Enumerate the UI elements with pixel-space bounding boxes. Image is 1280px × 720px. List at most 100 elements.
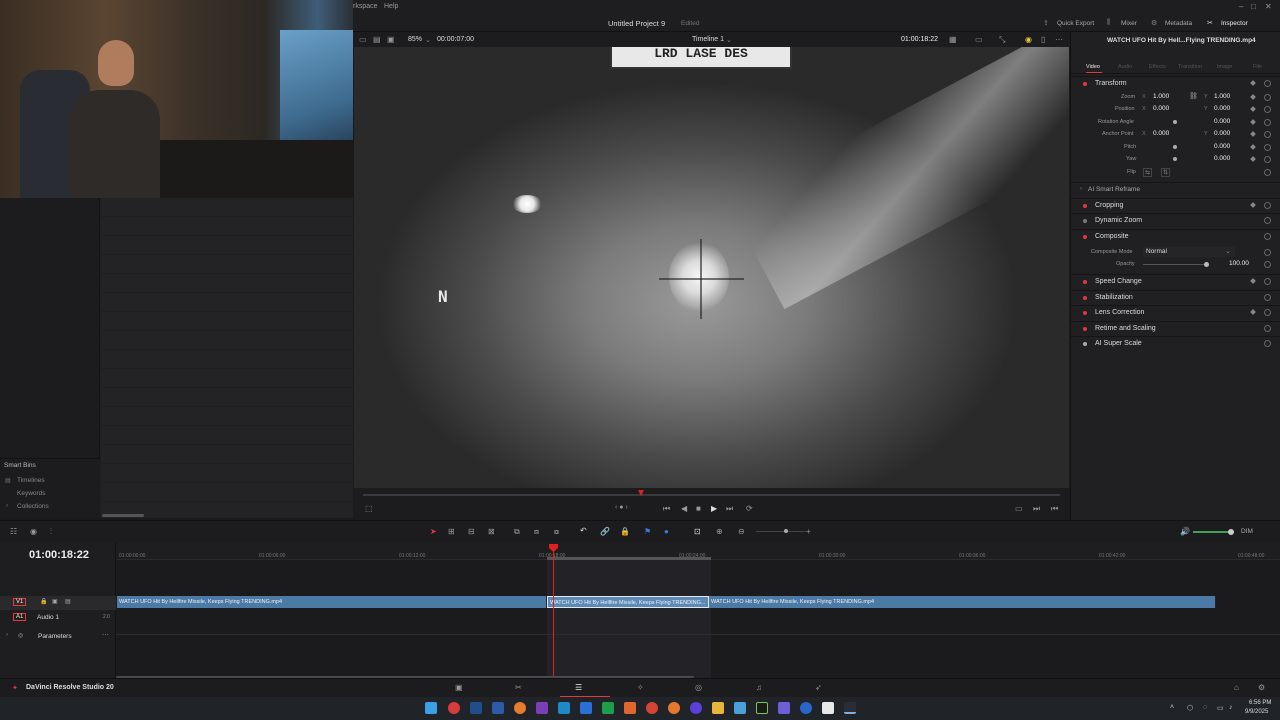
viewer-options-icon[interactable]: ▦ <box>949 35 957 44</box>
reset-icon[interactable] <box>1264 169 1271 176</box>
timeline-view-icon[interactable]: ☷ <box>10 527 17 536</box>
track-height-icon[interactable]: ◉ <box>30 527 37 536</box>
chevron-down-icon[interactable]: ⌄ <box>726 36 732 44</box>
audio-track-header[interactable]: A1 Audio 1 2.0 <box>0 611 116 625</box>
volume-slider[interactable] <box>1193 531 1233 533</box>
color-page-icon[interactable]: ◎ <box>695 683 702 692</box>
tab-effects[interactable]: Effects <box>1149 64 1166 70</box>
replace-clip-icon[interactable]: ⧇ <box>554 527 559 537</box>
clock-date[interactable]: 9/9/2025 <box>1245 709 1268 715</box>
timeline-area[interactable] <box>116 542 1280 678</box>
track-visibility-icon[interactable]: ▤ <box>65 598 71 605</box>
app-icon-lightroom[interactable] <box>470 702 482 714</box>
reset-icon[interactable] <box>1264 156 1271 163</box>
keyframe-icon[interactable] <box>1250 119 1256 125</box>
menu-help[interactable]: Help <box>384 3 398 10</box>
enable-dot[interactable] <box>1083 82 1087 86</box>
timeline-clip[interactable]: WATCH UFO Hit By Hellfire Missile, Keeps… <box>117 596 547 608</box>
ai-super-scale-section[interactable]: AI Super Scale <box>1071 336 1280 351</box>
chevron-up-icon[interactable]: ˄ <box>1170 704 1174 711</box>
clock-time[interactable]: 6:56 PM <box>1249 700 1271 706</box>
minimize-icon[interactable]: – <box>1239 2 1243 11</box>
anchor-x-field[interactable]: 0.000 <box>1153 130 1169 137</box>
zoom-in-icon[interactable]: + <box>806 527 811 536</box>
transform-section[interactable]: Transform <box>1071 76 1280 91</box>
pitch-field[interactable]: 0.000 <box>1214 143 1230 150</box>
enable-dot[interactable] <box>1083 235 1087 239</box>
tab-video[interactable]: Video <box>1086 64 1100 70</box>
viewer-mode-icon[interactable]: ▭ <box>1015 504 1023 513</box>
keyframe-icon[interactable] <box>1250 278 1256 284</box>
app-icon-blender[interactable] <box>514 702 526 714</box>
link-icon[interactable]: ⛓ <box>1189 92 1198 100</box>
bin-collections[interactable]: Collections <box>17 503 49 510</box>
lens-correction-section[interactable]: Lens Correction <box>1071 305 1280 320</box>
clip-view-icon[interactable]: ▤ <box>373 35 381 44</box>
app-icon-docs[interactable] <box>580 702 592 714</box>
display-icon[interactable]: ▭ <box>1217 704 1224 712</box>
zoom-x-field[interactable]: 1.000 <box>1153 93 1169 100</box>
panel-icon[interactable]: ▯ <box>1041 35 1045 44</box>
video-viewer[interactable]: LRD LASE DES N <box>354 47 1069 488</box>
reset-icon[interactable] <box>1264 278 1271 285</box>
marker-icon[interactable]: ● <box>664 527 669 536</box>
zoom-level[interactable]: 85% <box>408 36 422 43</box>
enable-dot[interactable] <box>1083 327 1087 331</box>
bin-timelines[interactable]: Timelines <box>17 477 45 484</box>
dynamic-zoom-section[interactable]: Dynamic Zoom <box>1071 213 1280 228</box>
tab-transition[interactable]: Transition <box>1178 64 1202 70</box>
yaw-field[interactable]: 0.000 <box>1214 155 1230 162</box>
rotation-slider[interactable] <box>1173 120 1177 124</box>
playhead-line[interactable] <box>553 546 554 676</box>
reset-icon[interactable] <box>1264 94 1271 101</box>
keyframe-icon[interactable] <box>1250 106 1256 112</box>
app-icon-premiere[interactable] <box>536 702 548 714</box>
loop-icon[interactable]: ⟳ <box>746 504 753 513</box>
keyframe-icon[interactable] <box>1250 309 1256 315</box>
stop-icon[interactable]: ■ <box>696 504 701 513</box>
zoom-detail-icon[interactable]: ⊕ <box>716 527 723 536</box>
app-icon-photoshop[interactable] <box>492 702 504 714</box>
keyframe-icon[interactable] <box>1250 156 1256 162</box>
speaker-icon[interactable]: 🔊 <box>1180 527 1190 536</box>
chevron-down-icon[interactable]: ⌄ <box>425 36 431 44</box>
reset-icon[interactable] <box>1264 80 1271 87</box>
flip-vertical-icon[interactable]: ⇅ <box>1161 168 1171 177</box>
viewer-mode-icon[interactable]: ▣ <box>387 35 395 44</box>
enable-dot[interactable] <box>1083 296 1087 300</box>
app-icon-notepad[interactable] <box>822 702 834 714</box>
zoom-y-field[interactable]: 1.000 <box>1214 93 1230 100</box>
app-icon-vpn[interactable] <box>778 702 790 714</box>
trim-tool-icon[interactable]: ⊞ <box>448 527 455 536</box>
menu-workspace[interactable]: rkspace <box>353 3 378 10</box>
reset-icon[interactable] <box>1264 144 1271 151</box>
play-reverse-icon[interactable]: ◀ <box>681 504 687 513</box>
timeline-clip-selected[interactable]: WATCH UFO Hit By Hellfire Missile, Keeps… <box>547 596 709 608</box>
app-icon-terminal[interactable] <box>756 702 768 714</box>
bin-keywords[interactable]: Keywords <box>17 490 46 497</box>
fairlight-page-icon[interactable]: ♫ <box>756 683 762 692</box>
settings-icon[interactable]: ⚙ <box>1258 683 1265 692</box>
jog-icon[interactable]: ‹ ● › <box>615 504 628 511</box>
enable-dot[interactable] <box>1083 280 1087 284</box>
keyframe-icon[interactable] <box>1250 202 1256 208</box>
network-icon[interactable]: ⬡ <box>1187 704 1193 712</box>
flag-icon[interactable]: ⚑ <box>644 527 651 536</box>
enable-dot[interactable] <box>1083 204 1087 208</box>
rotation-field[interactable]: 0.000 <box>1214 118 1230 125</box>
app-icon-opera[interactable] <box>448 702 460 714</box>
zoom-track[interactable] <box>756 531 806 532</box>
reset-icon[interactable] <box>1264 233 1271 240</box>
lock-icon[interactable]: 🔒 <box>620 527 630 536</box>
bypass-icon[interactable]: ◉ <box>1025 35 1032 44</box>
crop-view-icon[interactable]: ⬚ <box>365 504 373 513</box>
maximize-icon[interactable]: □ <box>1251 2 1256 11</box>
enable-dot[interactable] <box>1083 219 1087 223</box>
screen-icon[interactable]: ▭ <box>975 35 983 44</box>
reset-icon[interactable] <box>1264 106 1271 113</box>
app-icon-firefox[interactable] <box>668 702 680 714</box>
dim-button[interactable]: DIM <box>1241 528 1253 535</box>
zoom-slider[interactable] <box>784 529 788 533</box>
composite-mode-select[interactable]: Normal ⌄ <box>1143 247 1235 257</box>
volume-knob[interactable] <box>1228 529 1234 535</box>
